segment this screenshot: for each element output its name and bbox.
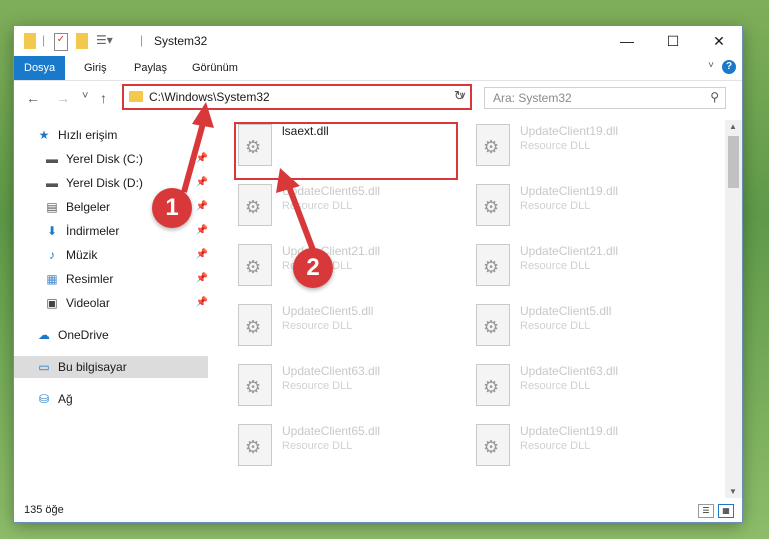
arrow-2-head — [276, 168, 300, 193]
arrow-1-shaft — [181, 115, 208, 193]
arrow-1-head — [192, 102, 214, 128]
step-2-badge: 2 — [293, 248, 333, 288]
annotation-arrows — [181, 102, 319, 260]
step-1-badge: 1 — [152, 188, 192, 228]
arrow-2-shaft — [285, 182, 319, 260]
